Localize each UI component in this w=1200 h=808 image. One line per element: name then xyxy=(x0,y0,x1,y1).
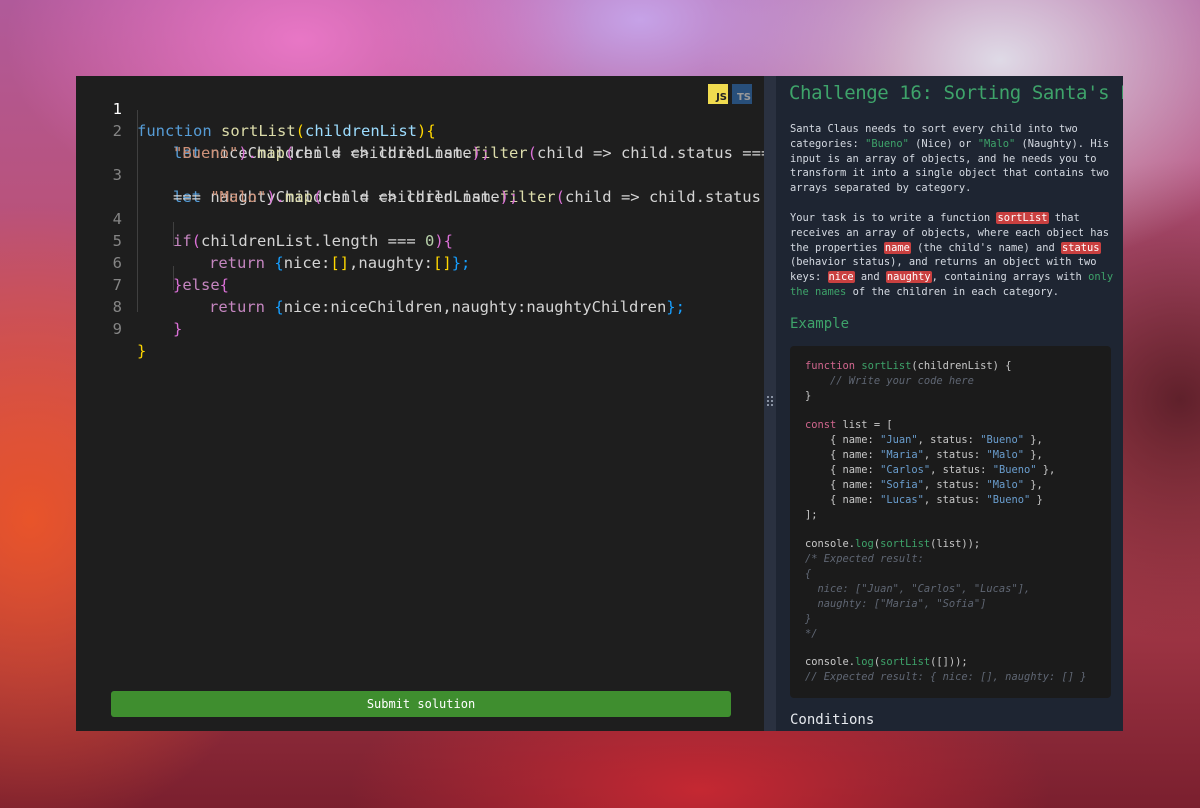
example-line: function sortList(childrenList) { xyxy=(805,360,1012,372)
example-line: */ xyxy=(805,628,818,640)
challenge-description-panel[interactable]: Challenge 16: Sorting Santa's List Santa… xyxy=(776,76,1123,731)
code-line[interactable]: 9 } xyxy=(76,296,764,360)
example-line: { name: "Sofia", status: "Malo" }, xyxy=(805,479,1043,491)
example-line: { name: "Lucas", status: "Bueno" } xyxy=(805,494,1043,506)
code-line[interactable]: 7 return {nice:niceChildren,naughty:naug… xyxy=(76,252,764,316)
code-line[interactable]: 5 return {nice:[],naughty:[]}; xyxy=(76,208,764,272)
code-line[interactable]: 8 } xyxy=(76,274,764,338)
example-line: { xyxy=(805,568,812,580)
panel-resize-handle[interactable] xyxy=(764,76,776,731)
example-line: ]; xyxy=(805,509,818,521)
code-line[interactable]: 1 function sortList(childrenList){ xyxy=(76,76,764,140)
code-line-wrap[interactable]: "Bueno").map(child => child.name); xyxy=(76,120,764,162)
challenge-window: JS TS 1 function sortList(childrenList){… xyxy=(76,76,1123,731)
example-line: console.log(sortList(list)); xyxy=(805,538,981,550)
code-line[interactable]: 2 let niceChildren = childrenList.filter… xyxy=(76,98,771,162)
example-line: /* Expected result: xyxy=(805,553,924,565)
code-line[interactable]: 6 }else{ xyxy=(76,230,764,294)
example-line: // Expected result: { nice: [], naughty:… xyxy=(805,671,1087,683)
example-line: const list = [ xyxy=(805,419,893,431)
example-line: } xyxy=(805,613,812,625)
conditions-heading: Conditions xyxy=(790,712,875,728)
example-line: { name: "Juan", status: "Bueno" }, xyxy=(805,434,1043,446)
example-line: // Write your code here xyxy=(805,375,974,387)
submit-solution-button[interactable]: Submit solution xyxy=(111,691,731,717)
example-line: { name: "Carlos", status: "Bueno" }, xyxy=(805,464,1056,476)
line-number: 9 xyxy=(112,320,122,338)
example-code-block: function sortList(childrenList) { // Wri… xyxy=(790,346,1111,698)
intro-paragraph: Santa Claus needs to sort every child in… xyxy=(790,123,1110,195)
example-line: } xyxy=(805,390,812,402)
example-line: console.log(sortList([])); xyxy=(805,656,968,668)
task-paragraph: Your task is to write a function sortLis… xyxy=(790,212,1114,298)
code-editor[interactable]: JS TS 1 function sortList(childrenList){… xyxy=(76,76,771,731)
example-line: nice: ["Juan", "Carlos", "Lucas"], xyxy=(805,583,1031,595)
example-line: naughty: ["Maria", "Sofia"] xyxy=(805,598,987,610)
code-line[interactable]: 4 if(childrenList.length === 0){ xyxy=(76,186,764,250)
challenge-title: Challenge 16: Sorting Santa's List xyxy=(789,82,1123,104)
example-line: { name: "Maria", status: "Malo" }, xyxy=(805,449,1043,461)
grip-dots-icon xyxy=(767,396,773,410)
code-line-wrap[interactable]: === "Malo").map(child => child.name); xyxy=(76,164,764,206)
example-heading: Example xyxy=(790,316,850,332)
code-line[interactable]: 3 let naughtyChildren = childrenList.fil… xyxy=(76,142,764,206)
